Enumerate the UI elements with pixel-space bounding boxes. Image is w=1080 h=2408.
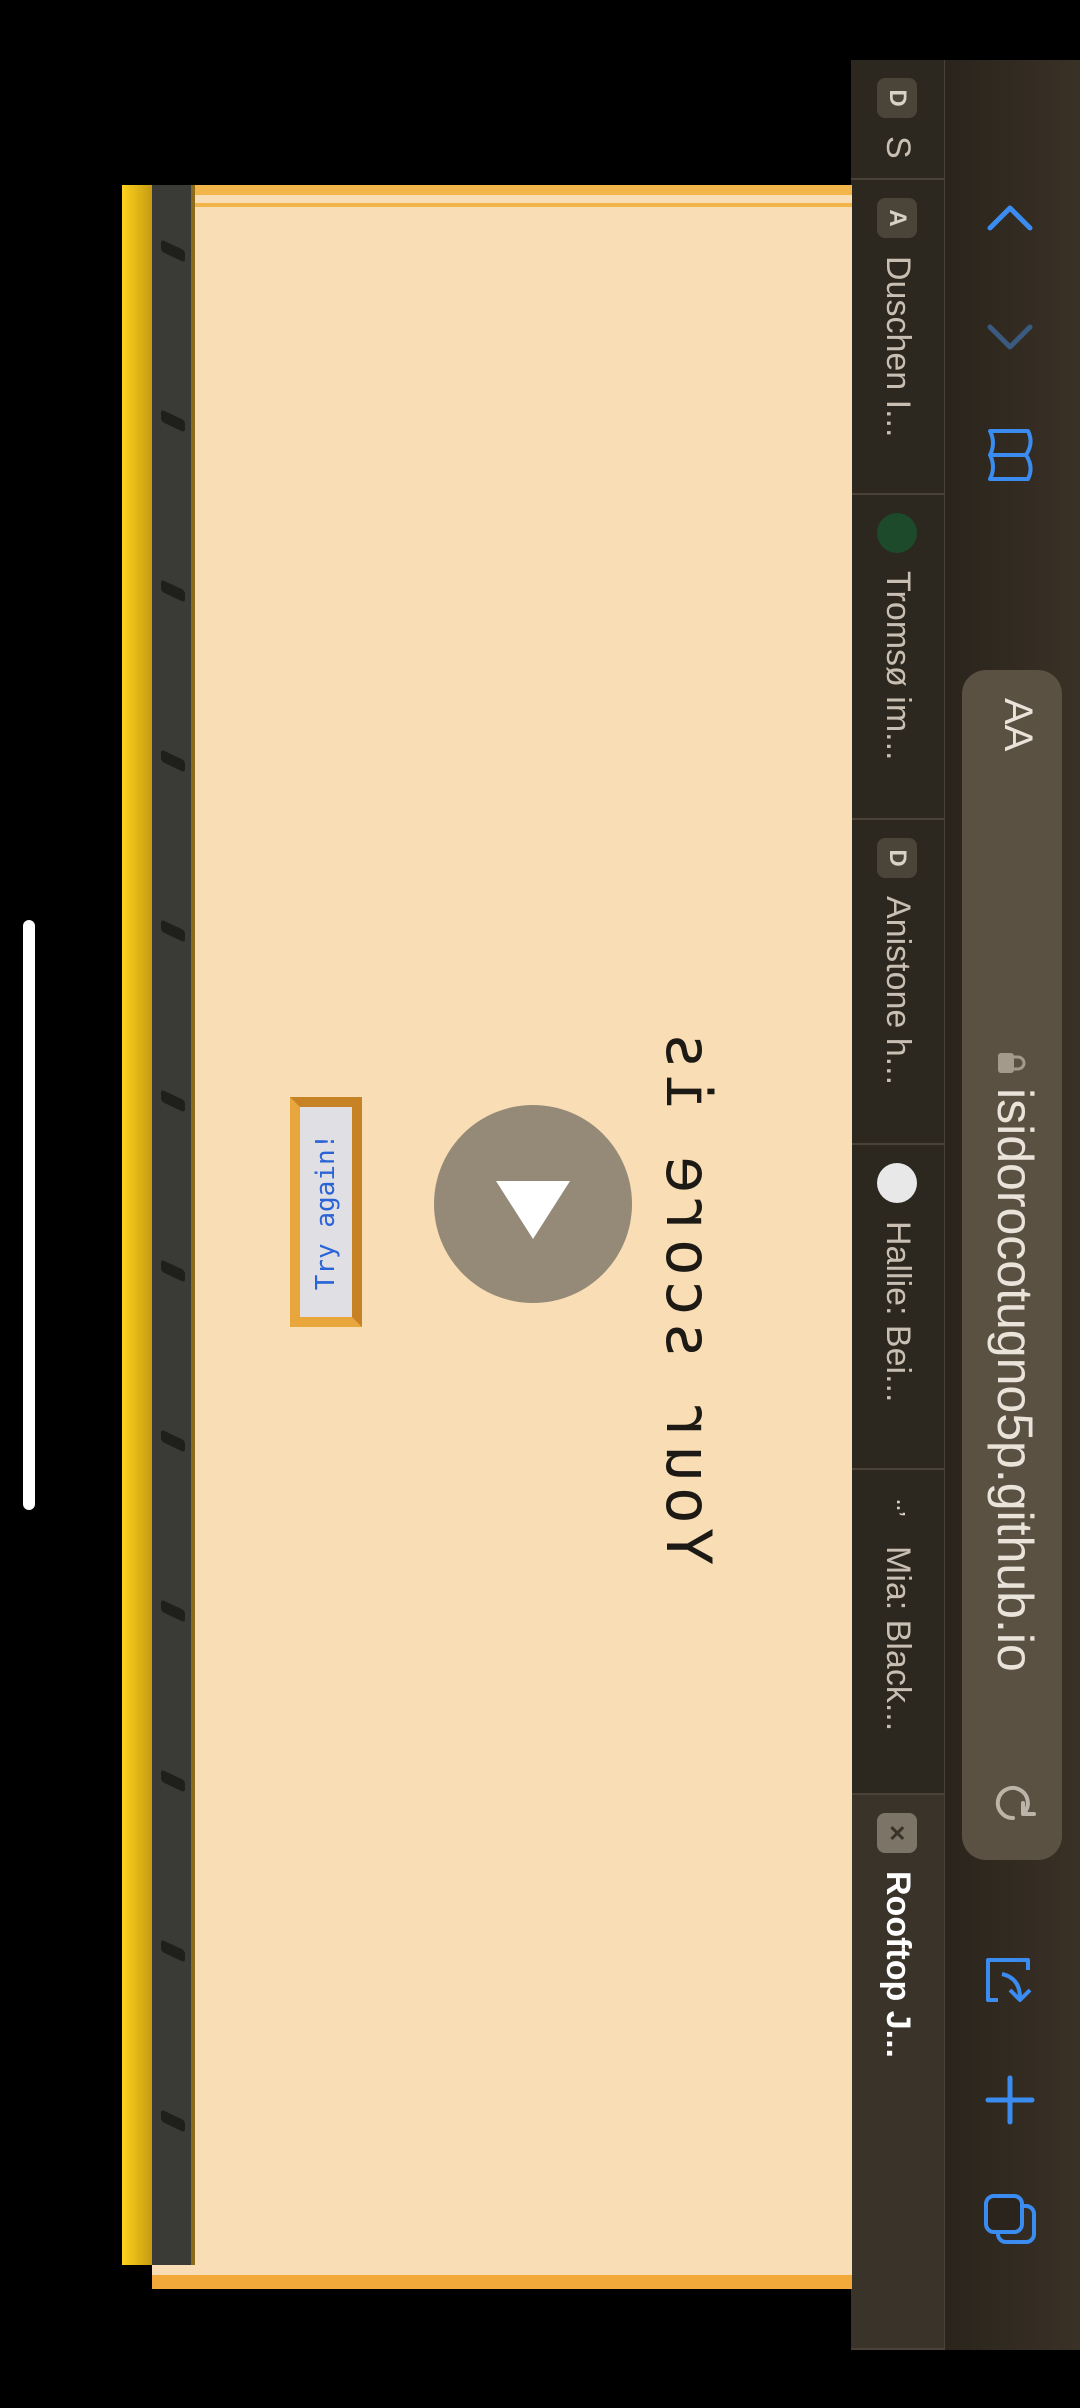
reader-settings-button[interactable]: AA xyxy=(995,698,1040,751)
score-title: Your score is xyxy=(652,1028,725,1566)
tab-favicon xyxy=(877,513,918,553)
tab-item[interactable]: Tromsø im... xyxy=(851,495,944,820)
ground-mark xyxy=(161,2109,185,2133)
browser-toolbar: AA isidorocotugno5p.github.io xyxy=(945,60,1080,2350)
tabs-icon xyxy=(984,2194,1036,2244)
ground-mark xyxy=(161,749,185,773)
plus-icon xyxy=(985,2075,1035,2125)
home-indicator[interactable] xyxy=(23,920,35,1510)
ground-mark xyxy=(161,1769,185,1793)
tab-favicon: ··’ xyxy=(888,1499,908,1517)
tab-label: Mia: Black... xyxy=(879,1546,917,1732)
video-play-button[interactable] xyxy=(434,1105,632,1303)
ground-mark xyxy=(161,239,185,263)
reload-icon[interactable] xyxy=(986,1776,1040,1830)
forward-button[interactable] xyxy=(970,295,1050,375)
close-tab-button[interactable]: × xyxy=(877,1813,918,1853)
bookmarks-button[interactable] xyxy=(970,415,1050,495)
ground-gold-edge xyxy=(122,185,152,2265)
tab-label: Duschen I... xyxy=(879,256,917,438)
tab-label: Tromsø im... xyxy=(879,571,917,761)
ground-strip xyxy=(148,185,195,2265)
tabs-overview-button[interactable] xyxy=(970,2180,1050,2260)
tab-favicon: A xyxy=(877,198,918,238)
tab-item[interactable]: D Anistone h... xyxy=(851,820,944,1145)
tab-favicon: D xyxy=(877,838,918,878)
ground-mark xyxy=(161,409,185,433)
tab-item[interactable]: A Duschen I... xyxy=(851,180,944,495)
tab-label: Rooftop J... xyxy=(879,1871,917,2058)
tab-item[interactable]: Hallie: Bei... xyxy=(851,1145,944,1470)
rotated-viewport: AA isidorocotugno5p.github.io D S A Dusc… xyxy=(0,0,1080,2408)
tab-label: Anistone h... xyxy=(879,896,917,1086)
book-icon xyxy=(988,429,1033,481)
ground-mark xyxy=(161,919,185,943)
lock-icon xyxy=(998,1053,1026,1073)
url-text: isidorocotugno5p.github.io xyxy=(987,1088,1043,1672)
tab-strip: D S A Duschen I... Tromsø im... D Anisto… xyxy=(851,60,945,2350)
tab-item-active[interactable]: × Rooftop J... xyxy=(851,1795,944,2350)
try-again-button[interactable]: Try again! xyxy=(290,1097,362,1327)
tab-item[interactable]: ··’ Mia: Black... xyxy=(851,1470,944,1795)
new-tab-button[interactable] xyxy=(970,2060,1050,2140)
ground-mark xyxy=(161,1939,185,1963)
address-bar[interactable]: AA isidorocotugno5p.github.io xyxy=(962,670,1062,1860)
ground-mark xyxy=(161,1429,185,1453)
ground-mark xyxy=(161,1259,185,1283)
tab-label: S xyxy=(879,136,917,159)
tab-favicon xyxy=(877,1163,918,1203)
ground-mark xyxy=(161,1089,185,1113)
chevron-right-icon xyxy=(987,324,1033,350)
chevron-left-icon xyxy=(987,205,1033,231)
tab-favicon: D xyxy=(877,78,918,118)
play-icon xyxy=(496,1181,570,1239)
ground-mark xyxy=(161,1599,185,1623)
tab-item[interactable]: D S xyxy=(851,60,944,180)
ground-mark xyxy=(161,579,185,603)
back-button[interactable] xyxy=(970,180,1050,260)
share-icon xyxy=(986,1958,1032,2002)
share-button[interactable] xyxy=(970,1940,1050,2020)
tab-label: Hallie: Bei... xyxy=(879,1221,917,1403)
